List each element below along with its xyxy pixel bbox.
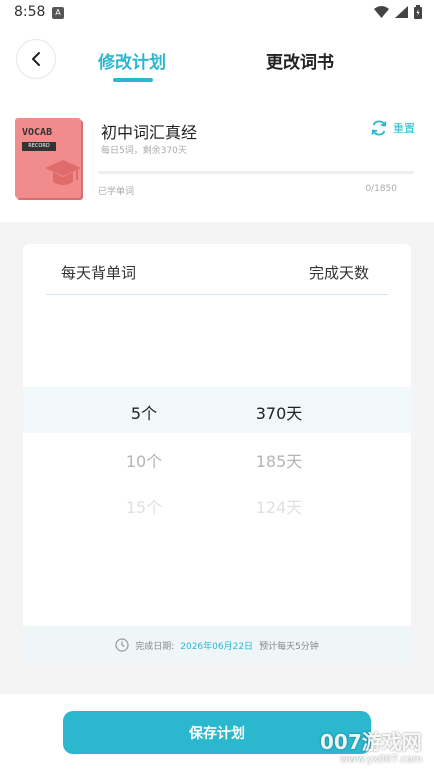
finish-date-info: 完成日期: 2026年06月22日 预计每天5分钟 — [23, 626, 411, 664]
book-subtitle: 每日5词，剩余370天 — [101, 146, 187, 156]
progress-bar — [98, 171, 414, 174]
finish-date-label: 完成日期: — [135, 641, 175, 652]
watermark-url: www.yx007.com — [340, 754, 423, 765]
status-icons — [374, 5, 422, 19]
picker-selection-highlight — [23, 387, 411, 433]
notification-icon: A — [52, 7, 64, 19]
words-per-day-header: 每天背单词 — [61, 264, 137, 282]
refresh-icon — [371, 120, 387, 136]
days-option-selected[interactable]: 370天 — [229, 400, 329, 424]
battery-icon — [414, 5, 422, 19]
tab-change-book[interactable]: 更改词书 — [266, 48, 334, 73]
words-option-selected[interactable]: 5个 — [94, 400, 194, 424]
days-option[interactable]: 124天 — [229, 494, 329, 518]
reset-label: 重置 — [393, 122, 415, 135]
book-cover: VOCAB RECORD — [15, 118, 81, 198]
wifi-icon — [374, 6, 389, 18]
status-bar: 8:58 A — [0, 0, 434, 26]
reset-button[interactable]: 重置 — [370, 119, 415, 137]
graduation-cap-icon — [45, 160, 81, 185]
days-header: 完成天数 — [309, 264, 370, 282]
chevron-left-icon — [32, 52, 40, 66]
finish-date-value: 2026年06月22日 — [180, 641, 254, 652]
back-button[interactable] — [16, 39, 56, 79]
tab-modify-plan[interactable]: 修改计划 — [98, 48, 166, 73]
watermark: 007游戏网 www.yx007.com — [320, 726, 430, 770]
days-option[interactable]: 185天 — [229, 448, 329, 472]
book-cover-tag: RECORD — [22, 142, 56, 151]
watermark-text: 007游戏网 — [320, 730, 422, 754]
book-cover-title: VOCAB — [22, 127, 53, 138]
words-option[interactable]: 15个 — [94, 494, 194, 518]
tab-active-indicator — [113, 78, 153, 82]
progress-label: 已学单词 — [98, 187, 135, 197]
clock-icon — [115, 638, 129, 652]
words-option[interactable]: 10个 — [94, 448, 194, 472]
header-divider — [46, 294, 388, 295]
signal-icon — [395, 6, 408, 18]
daily-time-estimate: 预计每天5分钟 — [259, 641, 319, 652]
status-time: 8:58 — [14, 4, 46, 20]
book-title: 初中词汇真经 — [101, 123, 198, 142]
progress-count: 0/1850 — [365, 184, 397, 194]
plan-card: 每天背单词 完成天数 5个 10个 15个 370天 185天 124天 完成日… — [23, 244, 411, 664]
